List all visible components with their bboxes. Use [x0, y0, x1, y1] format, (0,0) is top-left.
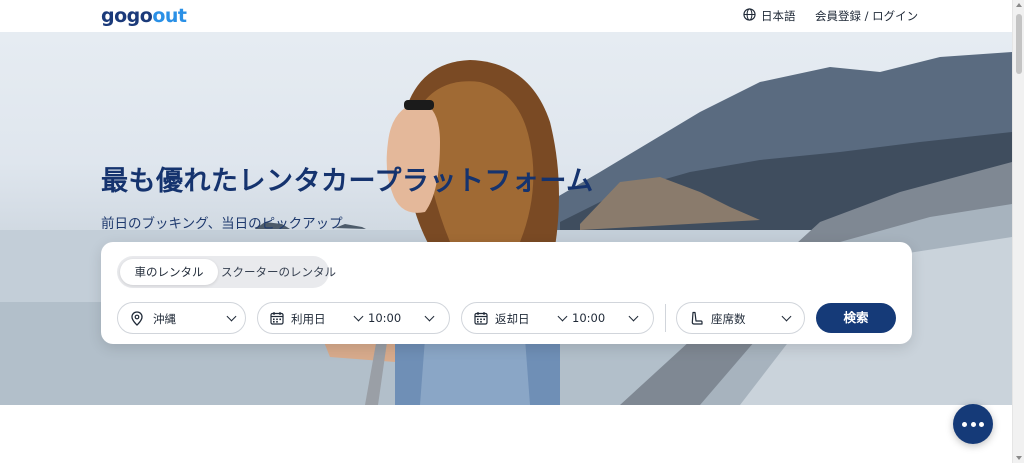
- globe-icon: [743, 8, 756, 24]
- return-datetime[interactable]: 返却日 10:00: [461, 302, 654, 334]
- calendar-icon: [270, 311, 284, 325]
- site-header: gogoout 日本語 会員登録 / ログイン: [0, 0, 1012, 32]
- search-card: 車のレンタル スクーターのレンタル 沖縄 利用日 10:00 返却日 10:00: [101, 242, 912, 344]
- tab-car-rental[interactable]: 車のレンタル: [120, 259, 218, 285]
- chevron-down-icon: [226, 311, 237, 322]
- language-label: 日本語: [761, 9, 796, 23]
- language-selector[interactable]: 日本語: [743, 8, 796, 24]
- hero-subtitle: 前日のブッキング、当日のピックアップ: [101, 216, 343, 232]
- seat-count-label: 座席数: [711, 312, 746, 326]
- return-time[interactable]: 10:00: [572, 311, 605, 325]
- chat-dot: [962, 422, 967, 427]
- login-link[interactable]: 会員登録 / ログイン: [815, 8, 918, 24]
- chevron-down-icon: [628, 311, 639, 322]
- scroll-thumb[interactable]: [1016, 14, 1022, 74]
- chevron-down-icon: [424, 311, 435, 322]
- scroll-up-arrow-icon[interactable]: [1016, 3, 1022, 7]
- chat-dot: [979, 422, 984, 427]
- location-select[interactable]: 沖縄: [117, 302, 246, 334]
- pickup-datetime[interactable]: 利用日 10:00: [257, 302, 450, 334]
- rental-type-tabs: 車のレンタル スクーターのレンタル: [117, 256, 336, 288]
- scroll-down-arrow-icon[interactable]: [1016, 456, 1022, 460]
- divider: [665, 304, 666, 332]
- chevron-down-icon: [353, 311, 364, 322]
- calendar-icon: [474, 311, 488, 325]
- seat-count-select[interactable]: 座席数: [676, 302, 805, 334]
- search-button[interactable]: 検索: [816, 303, 896, 333]
- hero-banner: 最も優れたレンタカープラットフォーム 前日のブッキング、当日のピックアップ: [0, 32, 1012, 405]
- seat-icon: [690, 311, 703, 326]
- location-value: 沖縄: [153, 312, 176, 326]
- chevron-down-icon: [557, 311, 568, 322]
- chat-button[interactable]: [953, 404, 993, 444]
- hero-title: 最も優れたレンタカープラットフォーム: [101, 166, 594, 197]
- map-pin-icon: [131, 311, 143, 326]
- page-scrollbar[interactable]: [1012, 0, 1024, 463]
- tab-scooter-rental[interactable]: スクーターのレンタル: [221, 259, 336, 285]
- chevron-down-icon: [781, 311, 792, 322]
- return-date[interactable]: 返却日: [495, 311, 530, 327]
- chat-dot: [970, 422, 976, 427]
- pickup-time[interactable]: 10:00: [368, 311, 401, 325]
- pickup-date[interactable]: 利用日: [291, 311, 326, 327]
- logo-text: gogoout: [101, 5, 187, 27]
